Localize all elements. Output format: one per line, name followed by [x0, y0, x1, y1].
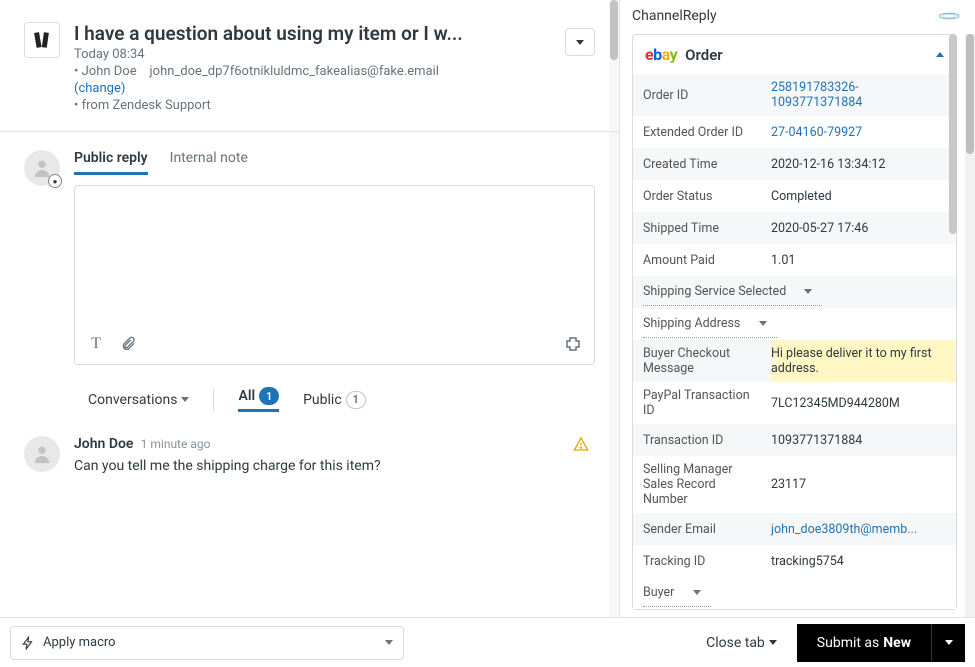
chevron-up-icon — [936, 52, 944, 57]
all-count-badge: 1 — [259, 387, 279, 405]
chevron-down-icon — [769, 640, 777, 645]
filter-all[interactable]: All 1 — [238, 387, 279, 412]
person-icon — [31, 443, 53, 465]
outer-scrollbar[interactable] — [965, 34, 975, 617]
ticket-title: I have a question about using my item or… — [74, 22, 595, 45]
row-shipping-address[interactable]: Shipping Address — [633, 308, 956, 340]
submit-dropdown-button[interactable] — [931, 624, 965, 662]
order-section-title: Order — [685, 46, 723, 64]
sender-email-link[interactable]: john_doe3809th@memb... — [771, 516, 956, 543]
order-id-link[interactable]: 258191783326-1093771371884 — [771, 74, 956, 116]
requester-email: john_doe_dp7f6otnikluldmc_fakealias@fake… — [150, 64, 439, 79]
ticket-via: from Zendesk Support — [82, 98, 211, 113]
close-tab-label: Close tab — [706, 635, 765, 651]
submit-status: New — [883, 635, 911, 651]
filter-public[interactable]: Public 1 — [303, 391, 366, 409]
public-count-badge: 1 — [346, 391, 366, 409]
row-shipped-time: Shipped Time2020-05-27 17:46 — [633, 212, 956, 244]
row-amount-paid: Amount Paid1.01 — [633, 244, 956, 276]
ticket-header: I have a question about using my item or… — [0, 0, 619, 132]
change-requester-link[interactable]: (change) — [74, 81, 125, 96]
app-integration-icon[interactable] — [564, 335, 582, 353]
message-author: John Doe — [74, 436, 133, 452]
apply-macro-button[interactable]: Apply macro — [10, 626, 404, 660]
chevron-down-icon — [693, 590, 701, 595]
row-order-status: Order StatusCompleted — [633, 180, 956, 212]
format-text-icon[interactable]: T — [87, 335, 105, 353]
row-created-time: Created Time2020-12-16 13:34:12 — [633, 148, 956, 180]
row-paypal-transaction-id: PayPal Transaction ID7LC12345MD944280M — [633, 382, 956, 424]
row-sender-email: Sender Emailjohn_doe3809th@memb... — [633, 513, 956, 545]
extended-order-id-link[interactable]: 27-04160-79927 — [771, 119, 956, 146]
conversations-label: Conversations — [88, 392, 177, 408]
tab-public-reply[interactable]: Public reply — [74, 150, 148, 175]
requester-name: John Doe — [82, 64, 137, 79]
row-extended-order-id: Extended Order ID27-04160-79927 — [633, 116, 956, 148]
row-order-id: Order ID258191783326-1093771371884 — [633, 74, 956, 116]
chevron-down-icon — [181, 397, 189, 402]
message-item: John Doe 1 minute ago Can you tell me th… — [0, 426, 619, 474]
chevron-down-icon — [385, 640, 393, 645]
conversations-dropdown[interactable]: Conversations — [88, 392, 189, 408]
row-tracking-id: Tracking IDtracking5754 — [633, 545, 956, 577]
separator — [213, 390, 214, 410]
chevron-down-icon — [945, 640, 953, 645]
agent-badge-icon: ● — [48, 174, 62, 188]
ebay-logo-icon: ebay — [645, 45, 677, 64]
chevron-down-icon — [759, 321, 767, 326]
message-text: Can you tell me the shipping charge for … — [74, 458, 381, 474]
row-transaction-id: Transaction ID1093771371884 — [633, 424, 956, 456]
sidebar-app-header: ChannelReply — [620, 0, 975, 34]
order-card: ebay Order Order ID258191783326-10937713… — [632, 34, 957, 610]
message-time: 1 minute ago — [141, 437, 211, 451]
ticket-timestamp: Today 08:34 — [74, 47, 595, 62]
chevron-down-icon — [804, 289, 812, 294]
channelreply-logo-icon — [935, 9, 963, 23]
warning-icon[interactable] — [573, 436, 589, 456]
footer-bar: Apply macro Close tab Submit as New — [0, 617, 975, 667]
attachment-icon[interactable] — [119, 335, 137, 353]
submit-prefix: Submit as — [817, 635, 879, 651]
ticket-more-button[interactable] — [565, 28, 595, 56]
row-buyer-checkout-message: Buyer Checkout MessageHi please deliver … — [633, 340, 956, 382]
requester-avatar — [24, 22, 60, 58]
submit-button[interactable]: Submit as New — [797, 624, 931, 662]
tab-internal-note[interactable]: Internal note — [170, 150, 248, 175]
row-shipping-service[interactable]: Shipping Service Selected — [633, 276, 956, 308]
message-avatar — [24, 436, 60, 472]
row-buyer[interactable]: Buyer — [633, 577, 956, 609]
row-sales-record-number: Selling Manager Sales Record Number23117 — [633, 456, 956, 513]
sidebar-app-title: ChannelReply — [632, 8, 717, 24]
chevron-down-icon — [576, 40, 584, 45]
agent-avatar: ● — [24, 150, 60, 186]
avatar-placeholder-icon — [32, 30, 52, 50]
lightning-icon — [21, 636, 35, 650]
order-card-header[interactable]: ebay Order — [633, 35, 956, 74]
apply-macro-label: Apply macro — [43, 635, 116, 650]
inner-scrollbar[interactable] — [949, 34, 957, 617]
reply-editor[interactable]: T — [74, 185, 595, 365]
close-tab-button[interactable]: Close tab — [696, 635, 787, 651]
